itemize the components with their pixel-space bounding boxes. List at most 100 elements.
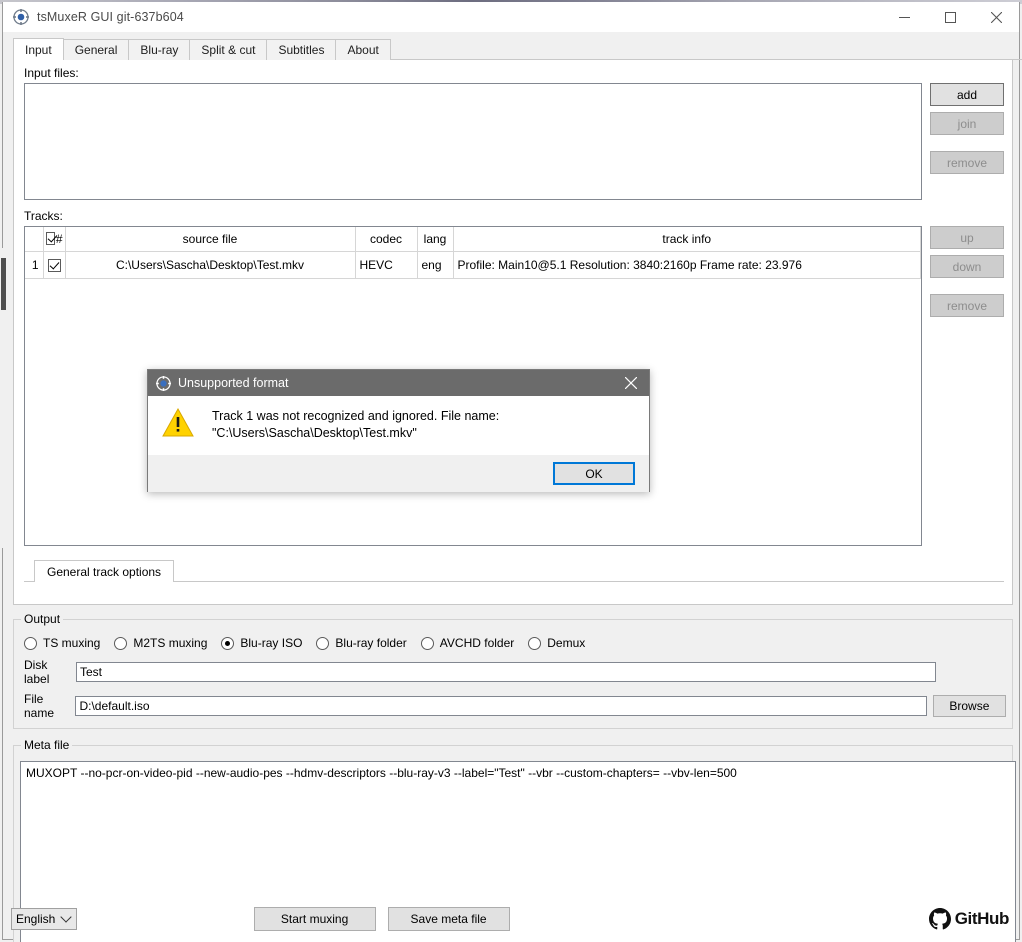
table-header-row: # source file codec lang track info — [25, 227, 921, 252]
tab-general[interactable]: General — [62, 39, 130, 60]
header-label: track info — [662, 231, 712, 246]
input-files-row: add join remove — [24, 83, 1004, 200]
output-groupbox: Output TS muxing M2TS muxing Blu-ray ISO… — [13, 612, 1013, 729]
save-meta-file-button[interactable]: Save meta file — [387, 907, 510, 931]
track-options-tabstrip: General track options — [24, 560, 1004, 582]
radio-indicator[interactable] — [528, 636, 542, 650]
tab-general-track-options[interactable]: General track options — [34, 560, 175, 582]
radio-ts-muxing[interactable]: TS muxing — [24, 636, 100, 650]
application-window: tsMuxeR GUI git-637b604 Input General Bl… — [0, 0, 1022, 942]
radio-indicator[interactable] — [420, 636, 434, 650]
tab-bluray[interactable]: Blu-ray — [128, 39, 191, 60]
button-label: add — [956, 87, 978, 102]
start-muxing-button[interactable]: Start muxing — [253, 907, 376, 931]
radio-label: AVCHD folder — [439, 636, 515, 650]
disk-label-input[interactable]: Test — [76, 662, 936, 682]
chevron-down-icon — [60, 911, 72, 923]
dialog-body: Track 1 was not recognized and ignored. … — [148, 396, 649, 455]
gear-icon — [156, 375, 171, 391]
header-rownum — [25, 227, 44, 252]
browse-button[interactable]: Browse — [932, 695, 1006, 717]
tab-input[interactable]: Input — [13, 38, 64, 60]
input-files-label: Input files: — [24, 66, 79, 80]
button-label: remove — [946, 155, 987, 170]
tracks-buttons: up down remove — [930, 226, 1004, 317]
ok-button[interactable]: OK — [553, 462, 635, 485]
header-codec[interactable]: codec — [355, 227, 418, 252]
radio-indicator[interactable] — [114, 636, 128, 650]
radio-bluray-iso[interactable]: Blu-ray ISO — [221, 636, 302, 650]
button-label: Browse — [949, 699, 990, 713]
tab-split-cut[interactable]: Split & cut — [189, 39, 268, 60]
input-tab-panel: Input files: add join remove Tracks: # s… — [13, 60, 1013, 605]
header-track-info[interactable]: track info — [453, 227, 921, 252]
close-button[interactable] — [973, 2, 1019, 32]
output-mode-radiogroup: TS muxing M2TS muxing Blu-ray ISO Blu-ra… — [20, 632, 1006, 652]
radio-label: Demux — [547, 636, 586, 650]
up-button[interactable]: up — [930, 226, 1004, 249]
select-all-checkbox[interactable] — [45, 232, 55, 246]
tab-label: General — [74, 43, 118, 57]
main-tabstrip: Input General Blu-ray Split & cut Subtit… — [13, 38, 1022, 60]
dialog-message: Track 1 was not recognized and ignored. … — [212, 409, 500, 440]
header-select-all[interactable]: # — [43, 227, 66, 252]
button-label: down — [952, 259, 982, 274]
tab-subtitles[interactable]: Subtitles — [266, 39, 337, 60]
tab-about[interactable]: About — [335, 39, 391, 60]
row-checkbox[interactable] — [47, 258, 61, 272]
tab-label: Subtitles — [278, 43, 325, 57]
file-name-label: File name — [24, 692, 55, 720]
radio-label: Blu-ray ISO — [240, 636, 303, 650]
cell-rownum: 1 — [25, 251, 44, 279]
maximize-button[interactable] — [927, 2, 973, 32]
button-label: Save meta file — [410, 912, 487, 926]
dialog-footer: OK — [148, 455, 649, 492]
cell-codec: HEVC — [355, 251, 418, 279]
github-link[interactable]: GitHub — [928, 908, 1009, 930]
down-button[interactable]: down — [930, 255, 1004, 278]
button-label: join — [957, 116, 977, 131]
language-value: English — [16, 912, 56, 926]
unsupported-format-dialog: Unsupported format Track 1 was not recog… — [147, 369, 650, 492]
dialog-close-button[interactable] — [613, 370, 649, 396]
remove-input-button[interactable]: remove — [930, 151, 1004, 174]
minimize-button[interactable] — [881, 2, 927, 32]
github-icon — [928, 908, 951, 930]
header-source-file[interactable]: source file — [65, 227, 356, 252]
meta-file-group-title: Meta file — [21, 738, 73, 752]
radio-bluray-folder[interactable]: Blu-ray folder — [316, 636, 407, 650]
dialog-title: Unsupported format — [178, 376, 289, 390]
bottom-bar: English Start muxing Save meta file GitH… — [3, 899, 1019, 939]
cell-lang: eng — [417, 251, 454, 279]
action-buttons: Start muxing Save meta file — [253, 907, 510, 931]
tracks-label: Tracks: — [24, 209, 63, 223]
radio-indicator[interactable] — [221, 636, 235, 650]
tab-label: Input — [25, 42, 52, 57]
tracks-table: # source file codec lang track info 1 C:… — [25, 227, 921, 279]
add-button[interactable]: add — [930, 83, 1004, 106]
button-label: up — [960, 230, 974, 245]
disk-label-label: Disk label — [24, 658, 50, 686]
scrollbar-thumb[interactable] — [1, 258, 6, 310]
radio-demux[interactable]: Demux — [528, 636, 585, 650]
table-row[interactable]: 1 C:\Users\Sascha\Desktop\Test.mkv HEVC … — [25, 251, 921, 279]
tab-label: About — [347, 43, 379, 57]
radio-indicator[interactable] — [24, 636, 37, 650]
join-button[interactable]: join — [930, 112, 1004, 135]
radio-indicator[interactable] — [316, 636, 330, 650]
warning-triangle-icon — [162, 407, 194, 438]
input-files-buttons: add join remove — [930, 83, 1004, 174]
cell-checkbox[interactable] — [43, 251, 66, 279]
gear-icon — [13, 9, 29, 25]
radio-m2ts-muxing[interactable]: M2TS muxing — [114, 636, 207, 650]
input-files-list[interactable] — [24, 83, 922, 200]
language-select[interactable]: English — [11, 908, 77, 930]
header-lang[interactable]: lang — [417, 227, 454, 252]
file-name-input[interactable]: D:\default.iso — [75, 696, 927, 716]
radio-avchd-folder[interactable]: AVCHD folder — [420, 636, 515, 650]
tab-label: Split & cut — [201, 43, 256, 57]
cell-track-info: Profile: Main10@5.1 Resolution: 3840:216… — [453, 251, 921, 279]
remove-track-button[interactable]: remove — [930, 294, 1004, 317]
left-edge-scrollbar[interactable] — [0, 248, 7, 548]
cell-source-file: C:\Users\Sascha\Desktop\Test.mkv — [65, 251, 356, 279]
